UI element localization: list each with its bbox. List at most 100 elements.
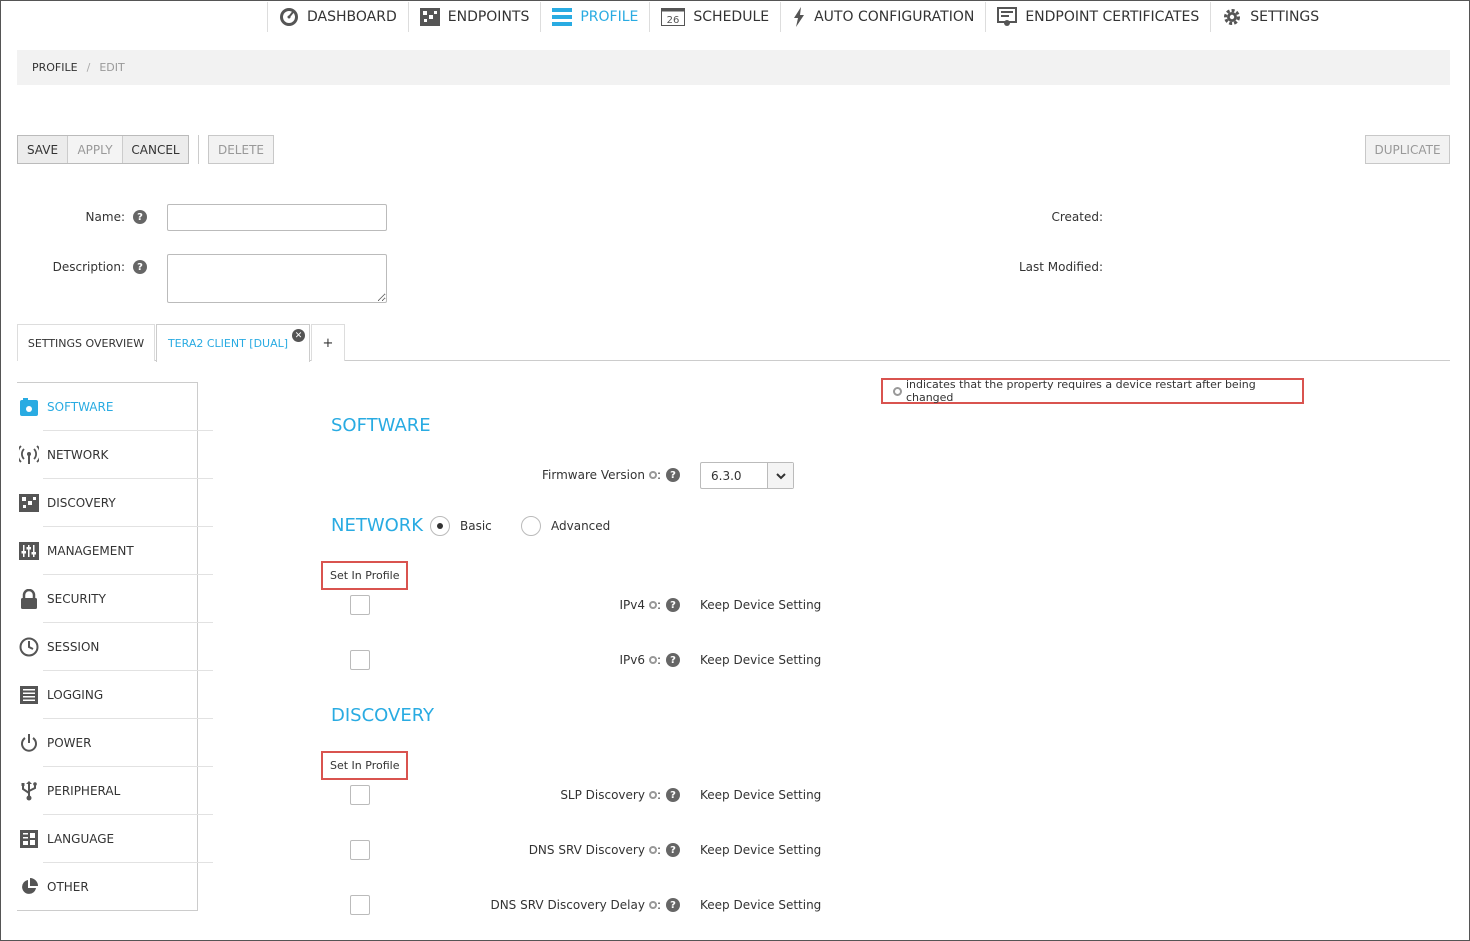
power-icon [19, 733, 39, 753]
ipv4-set-in-profile-checkbox[interactable] [350, 595, 370, 615]
slp-discovery-label: SLP Discovery : [441, 788, 661, 802]
firmware-help-icon[interactable]: ? [666, 468, 680, 482]
nav-label: ENDPOINTS [447, 9, 530, 25]
nav-endpoint-certificates[interactable]: ENDPOINT CERTIFICATES [986, 2, 1212, 32]
name-label: Name: [85, 210, 125, 224]
endpoints-icon [419, 7, 440, 27]
sidebar-item-session[interactable]: SESSION [17, 623, 195, 671]
dns-srv-discovery-help-icon[interactable]: ? [666, 843, 680, 857]
clock-icon [19, 637, 39, 657]
network-mode-basic-label[interactable]: Basic [460, 519, 492, 533]
sidebar-item-language[interactable]: LANGUAGE [17, 815, 195, 863]
sidebar-item-network[interactable]: NETWORK [17, 431, 195, 479]
software-icon [19, 397, 39, 417]
tab-settings-overview[interactable]: SETTINGS OVERVIEW [17, 324, 155, 361]
restart-required-icon [648, 656, 657, 664]
sidebar-item-security[interactable]: SECURITY [17, 575, 195, 623]
dns-srv-discovery-delay-help-icon[interactable]: ? [666, 898, 680, 912]
duplicate-button[interactable]: DUPLICATE [1365, 135, 1450, 164]
dns-srv-discovery-delay-label: DNS SRV Discovery Delay : [441, 898, 661, 912]
apply-button[interactable]: APPLY [68, 136, 123, 163]
restart-required-icon [648, 846, 657, 854]
property-label-colon: : [656, 468, 661, 482]
management-icon [19, 541, 39, 561]
restart-legend: indicates that the property requires a d… [881, 378, 1304, 404]
sidebar-item-other[interactable]: OTHER [17, 863, 195, 911]
slp-discovery-help-icon[interactable]: ? [666, 788, 680, 802]
delete-button[interactable]: DELETE [208, 135, 274, 164]
description-textarea[interactable] [167, 254, 387, 303]
tab-tera2-client-dual[interactable]: TERA2 CLIENT [DUAL] ✕ [156, 324, 310, 362]
action-button-group: SAVE APPLY CANCEL [17, 135, 189, 164]
restart-required-icon [648, 471, 657, 479]
dns-srv-discovery-delay-value: Keep Device Setting [700, 898, 822, 912]
sidebar-item-logging[interactable]: LOGGING [17, 671, 195, 719]
add-tab-button[interactable]: + [311, 324, 345, 361]
sidebar-item-management[interactable]: MANAGEMENT [17, 527, 195, 575]
discovery-icon [19, 493, 39, 513]
property-label-text: IPv4 [619, 598, 645, 612]
firmware-version-label: Firmware Version : [481, 468, 661, 482]
dns-srv-discovery-set-in-profile-checkbox[interactable] [350, 840, 370, 860]
nav-settings[interactable]: SETTINGS [1211, 2, 1330, 32]
nav-label: SETTINGS [1250, 9, 1320, 25]
name-input[interactable] [167, 204, 387, 231]
dns-srv-discovery-delay-set-in-profile-checkbox[interactable] [350, 895, 370, 915]
ipv4-value: Keep Device Setting [700, 598, 822, 612]
sidebar-item-label: POWER [47, 736, 92, 750]
toolbar-divider [198, 135, 199, 164]
sidebar-item-label: SOFTWARE [47, 400, 114, 414]
property-label-colon: : [656, 898, 661, 912]
description-help-icon[interactable]: ? [133, 260, 147, 274]
breadcrumb-profile[interactable]: PROFILE [32, 61, 78, 74]
restart-legend-text: indicates that the property requires a d… [905, 378, 1256, 404]
property-label-text: IPv6 [619, 653, 645, 667]
save-button[interactable]: SAVE [18, 136, 68, 163]
restart-required-icon [893, 386, 902, 396]
last-modified-label: Last Modified: [1018, 260, 1103, 274]
sidebar-item-label: DISCOVERY [47, 496, 116, 510]
close-icon[interactable]: ✕ [292, 329, 305, 342]
slp-discovery-set-in-profile-checkbox[interactable] [350, 785, 370, 805]
property-label-text: DNS SRV Discovery Delay [490, 898, 645, 912]
ipv6-label: IPv6 : [541, 653, 661, 667]
nav-auto-configuration[interactable]: AUTO CONFIGURATION [781, 2, 987, 32]
section-title-software: SOFTWARE [331, 415, 431, 436]
nav-dashboard[interactable]: DASHBOARD [267, 2, 409, 32]
ipv6-set-in-profile-checkbox[interactable] [350, 650, 370, 670]
calendar-icon: 26 [661, 7, 686, 27]
ipv4-help-icon[interactable]: ? [666, 598, 680, 612]
nav-endpoints[interactable]: ENDPOINTS [409, 2, 542, 32]
section-title-discovery: DISCOVERY [331, 705, 435, 726]
top-nav: DASHBOARD ENDPOINTS PROFILE 26 SCHEDULE … [267, 1, 1330, 33]
radio-selected-dot [437, 523, 443, 529]
sidebar-item-software[interactable]: SOFTWARE [17, 383, 195, 431]
nav-profile[interactable]: PROFILE [541, 2, 651, 32]
description-label: Description: [52, 260, 125, 274]
property-label-text: Firmware Version [542, 468, 645, 482]
property-label-text: SLP Discovery [560, 788, 645, 802]
slp-discovery-value: Keep Device Setting [700, 788, 822, 802]
nav-label: DASHBOARD [307, 9, 397, 25]
dns-srv-discovery-value: Keep Device Setting [700, 843, 822, 857]
nav-label: ENDPOINT CERTIFICATES [1025, 9, 1200, 25]
nav-schedule[interactable]: 26 SCHEDULE [650, 2, 782, 32]
nav-label: SCHEDULE [693, 9, 770, 25]
cancel-button[interactable]: CANCEL [123, 136, 188, 163]
breadcrumb-current: EDIT [99, 61, 125, 74]
firmware-version-select[interactable]: 6.3.0 [700, 462, 794, 489]
name-help-icon[interactable]: ? [133, 210, 147, 224]
ipv6-help-icon[interactable]: ? [666, 653, 680, 667]
nav-label: AUTO CONFIGURATION [814, 9, 975, 25]
sidebar-item-peripheral[interactable]: PERIPHERAL [17, 767, 195, 815]
tab-label: SETTINGS OVERVIEW [27, 336, 145, 350]
sidebar-item-discovery[interactable]: DISCOVERY [17, 479, 195, 527]
lightning-icon [792, 7, 806, 27]
language-icon [19, 829, 39, 849]
sidebar-item-label: PERIPHERAL [47, 784, 121, 798]
network-mode-advanced-label[interactable]: Advanced [551, 519, 610, 533]
ipv6-value: Keep Device Setting [700, 653, 822, 667]
network-mode-advanced-radio[interactable] [521, 516, 541, 536]
network-mode-basic-radio[interactable] [430, 516, 450, 536]
sidebar-item-power[interactable]: POWER [17, 719, 195, 767]
